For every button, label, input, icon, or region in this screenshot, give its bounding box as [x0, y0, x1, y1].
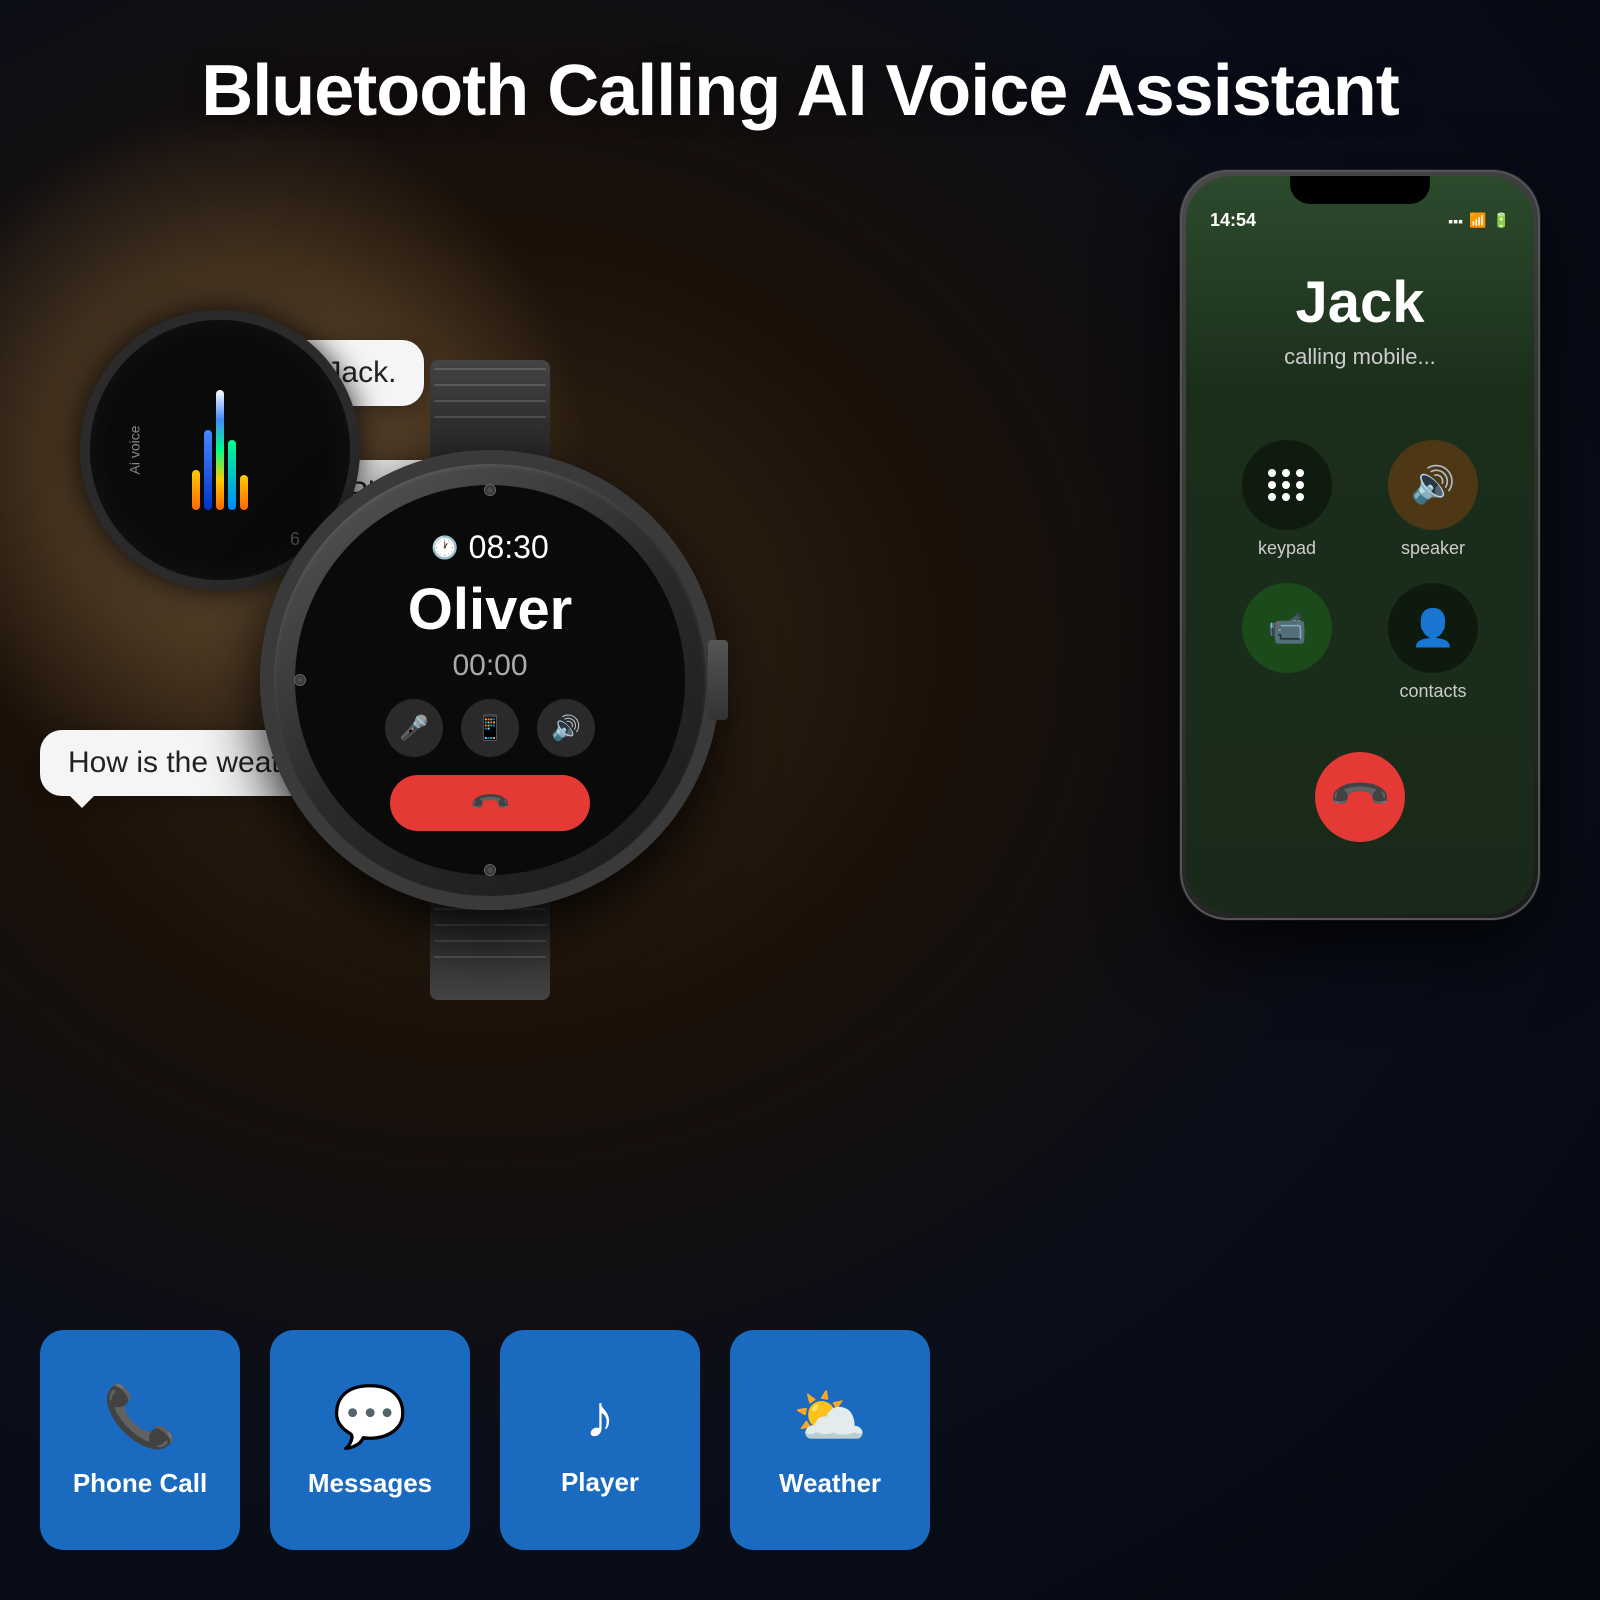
phone-caller-name: Jack — [1206, 269, 1514, 336]
watch-controls: 🎤 📱 🔊 — [385, 699, 595, 757]
phone-time: 14:54 — [1210, 210, 1256, 231]
band-links-top — [430, 360, 550, 426]
page-container: Bluetooth Calling AI Voice Assistant Ple… — [0, 0, 1600, 1600]
contacts-icon-bg: 👤 — [1388, 583, 1478, 673]
feature-weather[interactable]: ⛅ Weather — [730, 1330, 930, 1550]
wifi-icon: 📶 — [1469, 212, 1486, 229]
phone-caller-status: calling mobile... — [1206, 344, 1514, 370]
feature-phone-call[interactable]: 📞 Phone Call — [40, 1330, 240, 1550]
watch-screw-top — [484, 484, 496, 496]
watch-volume-button[interactable]: 🔊 — [537, 699, 595, 757]
watch-band-top — [430, 360, 550, 460]
watch-large-face: 🕐 08:30 Oliver 00:00 🎤 📱 🔊 📞 — [295, 485, 685, 875]
phone-notch — [1290, 176, 1430, 204]
battery-icon: 🔋 — [1493, 212, 1510, 229]
ai-voice-label: Ai voice — [127, 425, 143, 474]
feature-messages[interactable]: 💬 Messages — [270, 1330, 470, 1550]
feature-player[interactable]: ♪ Player — [500, 1330, 700, 1550]
status-icons: ▪▪▪ 📶 🔋 — [1448, 212, 1510, 229]
watch-time-row: 🕐 08:30 — [431, 529, 548, 566]
weather-icon: ⛅ — [793, 1381, 868, 1452]
phone-caller-info: Jack calling mobile... — [1186, 239, 1534, 390]
weather-label: Weather — [779, 1468, 881, 1499]
phone-controls: keypad 🔊 speaker 📹 — [1186, 410, 1534, 732]
phone-speaker-button[interactable]: 🔊 speaker — [1372, 440, 1494, 559]
speaker-icon-bg: 🔊 — [1388, 440, 1478, 530]
messages-icon: 💬 — [333, 1381, 408, 1452]
player-icon: ♪ — [585, 1382, 615, 1451]
watch-caller-name: Oliver — [408, 576, 572, 643]
phone: 14:54 ▪▪▪ 📶 🔋 Jack calling mobile... — [1180, 170, 1540, 920]
watch-large-outer: 🕐 08:30 Oliver 00:00 🎤 📱 🔊 📞 — [260, 450, 720, 910]
watch-end-call-button[interactable]: 📞 — [390, 775, 590, 831]
video-icon-bg: 📹 — [1242, 583, 1332, 673]
phone-screen: 14:54 ▪▪▪ 📶 🔋 Jack calling mobile... — [1186, 176, 1534, 914]
signal-icon: ▪▪▪ — [1448, 213, 1463, 229]
keypad-label: keypad — [1258, 538, 1316, 559]
phone-contacts-button[interactable]: 👤 contacts — [1372, 583, 1494, 702]
phone-call-label: Phone Call — [73, 1468, 207, 1499]
watch-screw-bottom — [484, 864, 496, 876]
watch-display-time: 08:30 — [469, 529, 549, 566]
page-title: Bluetooth Calling AI Voice Assistant — [0, 0, 1600, 162]
messages-label: Messages — [308, 1468, 432, 1499]
player-label: Player — [561, 1467, 639, 1498]
phone-end-call-button[interactable]: 📞 — [1315, 752, 1405, 842]
phone-keypad-button[interactable]: keypad — [1226, 440, 1348, 559]
watch-call-duration: 00:00 — [452, 649, 527, 683]
watch-crown — [708, 640, 728, 720]
watch-mute-button[interactable]: 🎤 — [385, 699, 443, 757]
phone-outer: 14:54 ▪▪▪ 📶 🔋 Jack calling mobile... — [1180, 170, 1540, 920]
phone-video-button[interactable]: 📹 — [1226, 583, 1348, 702]
keypad-icon-bg — [1242, 440, 1332, 530]
ai-waveform — [192, 390, 248, 510]
clock-icon: 🕐 — [431, 535, 458, 561]
features-row: 📞 Phone Call 💬 Messages ♪ Player ⛅ Weath… — [40, 1330, 930, 1550]
watch-phone-button[interactable]: 📱 — [461, 699, 519, 757]
phone-call-icon: 📞 — [103, 1381, 178, 1452]
watch-screw-left — [294, 674, 306, 686]
speaker-label: speaker — [1401, 538, 1465, 559]
watch-large: 🕐 08:30 Oliver 00:00 🎤 📱 🔊 📞 — [260, 450, 720, 910]
contacts-label: contacts — [1399, 681, 1466, 702]
watch-band-bottom — [430, 900, 550, 1000]
end-call-icon: 📞 — [1326, 763, 1394, 831]
